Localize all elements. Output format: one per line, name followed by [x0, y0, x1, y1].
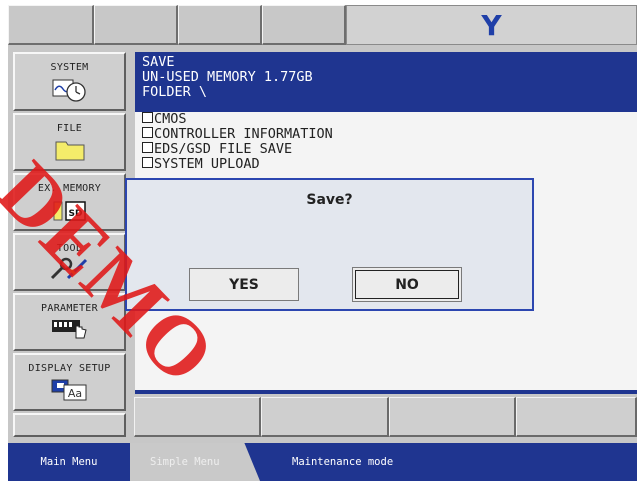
- main-menu-button[interactable]: Main Menu: [8, 443, 130, 481]
- list-item[interactable]: EDS/GSD FILE SAVE: [142, 142, 637, 157]
- list-item-label: CMOS: [154, 111, 187, 127]
- menu-file-button[interactable]: FILE: [13, 113, 126, 171]
- page-title: SAVE: [142, 54, 175, 70]
- menu-tool-button[interactable]: TOOL: [13, 233, 126, 291]
- yes-button-label: YES: [229, 276, 259, 293]
- content-bottom-border: [135, 390, 637, 394]
- softkey-4[interactable]: [516, 397, 637, 437]
- menu-ex-memory-button[interactable]: EX. MEMORY SD: [13, 173, 126, 231]
- menu-parameter-button[interactable]: PARAMETER: [13, 293, 126, 351]
- list-item[interactable]: CONTROLLER INFORMATION: [142, 127, 637, 142]
- save-confirm-dialog: Save? YES NO: [125, 178, 534, 311]
- maintenance-mode-label: Maintenance mode: [292, 456, 394, 468]
- yes-button[interactable]: YES: [189, 268, 299, 301]
- menu-empty-slot[interactable]: [13, 413, 126, 437]
- checkbox[interactable]: [142, 127, 153, 138]
- top-tab-3[interactable]: [178, 5, 262, 45]
- folder-icon: [55, 141, 84, 161]
- system-clock-icon: [52, 79, 86, 102]
- dialog-question: Save?: [306, 192, 353, 208]
- maintenance-mode-status: Maintenance mode: [292, 443, 592, 481]
- active-tab-y[interactable]: Y: [346, 5, 637, 45]
- menu-display-setup-label: DISPLAY SETUP: [28, 363, 111, 374]
- list-item[interactable]: SYSTEM UPLOAD: [142, 157, 637, 172]
- main-menu-label: Main Menu: [40, 456, 98, 468]
- simple-menu-label: Simple Menu: [150, 456, 220, 468]
- menu-file-label: FILE: [56, 123, 83, 134]
- checkbox[interactable]: [142, 112, 153, 123]
- menu-display-setup-button[interactable]: DISPLAY SETUP Aa: [13, 353, 126, 411]
- main-header: SAVE UN-USED MEMORY 1.77GB FOLDER \: [135, 52, 637, 112]
- menu-system-label: SYSTEM: [50, 62, 89, 73]
- tool-wrench-icon: [50, 257, 87, 280]
- softkey-1[interactable]: [134, 397, 261, 437]
- sd-card-icon: SD: [53, 201, 86, 221]
- active-tab-label: Y: [481, 8, 502, 42]
- simple-menu-button[interactable]: Simple Menu: [130, 443, 260, 481]
- menu-system-button[interactable]: SYSTEM: [13, 52, 126, 111]
- svg-text:SD: SD: [68, 209, 82, 219]
- no-button[interactable]: NO: [352, 267, 462, 302]
- top-tab-1[interactable]: [8, 5, 94, 45]
- menu-ex-memory-label: EX. MEMORY: [37, 183, 102, 194]
- softkey-3[interactable]: [389, 397, 516, 437]
- parameter-hand-icon: [51, 320, 87, 339]
- svg-text:Aa: Aa: [67, 387, 81, 400]
- unused-memory-line: UN-USED MEMORY 1.77GB: [142, 69, 313, 85]
- list-item-label: EDS/GSD FILE SAVE: [154, 141, 293, 157]
- softkey-2[interactable]: [261, 397, 389, 437]
- top-tab-4[interactable]: [262, 5, 346, 45]
- top-tab-2[interactable]: [94, 5, 178, 45]
- list-item[interactable]: CMOS: [142, 112, 637, 127]
- checkbox[interactable]: [142, 142, 153, 153]
- menu-parameter-label: PARAMETER: [41, 303, 98, 314]
- folder-path-line: FOLDER \: [142, 84, 208, 100]
- display-setup-icon: Aa: [51, 379, 86, 401]
- checkbox[interactable]: [142, 157, 153, 168]
- menu-tool-label: TOOL: [56, 243, 83, 254]
- no-button-label: NO: [395, 276, 419, 293]
- list-item-label: CONTROLLER INFORMATION: [154, 126, 333, 142]
- list-item-label: SYSTEM UPLOAD: [154, 156, 260, 172]
